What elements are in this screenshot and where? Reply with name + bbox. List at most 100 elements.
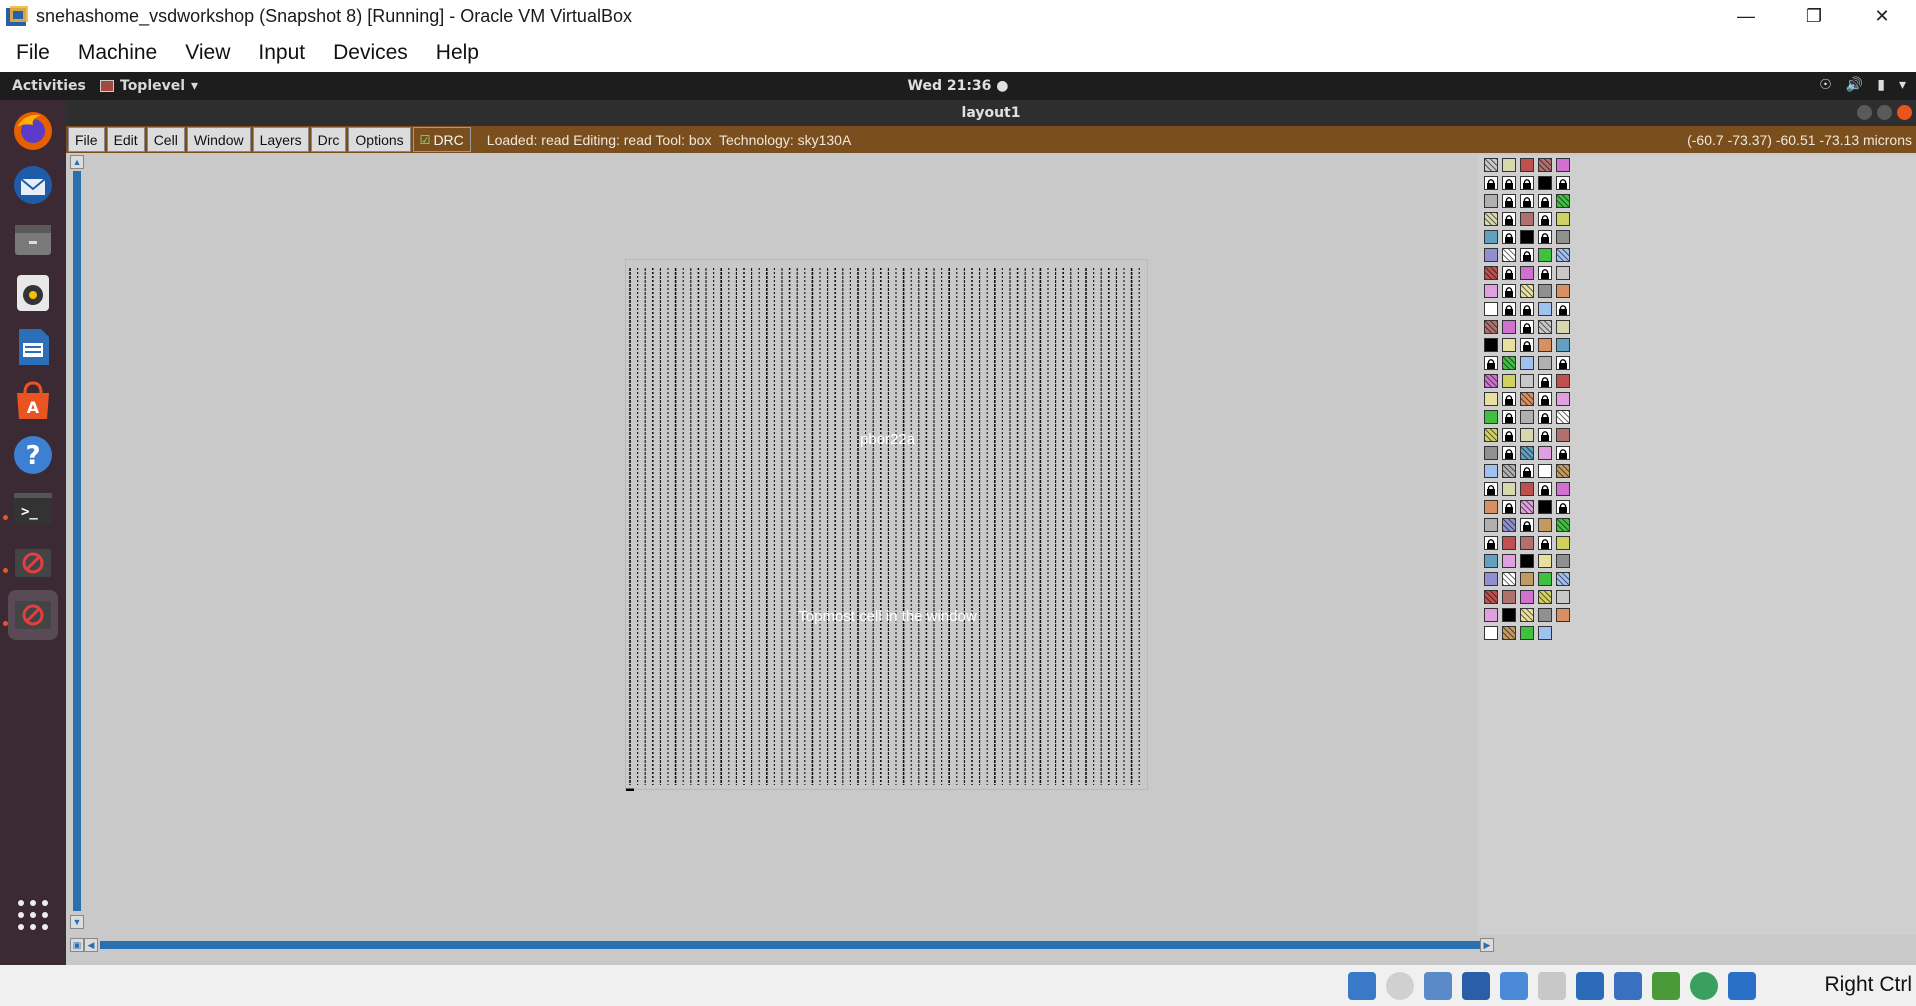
horizontal-scroll-track[interactable] [100, 941, 1480, 949]
software-center-icon[interactable]: A [8, 376, 58, 426]
rhythmbox-icon[interactable] [8, 268, 58, 318]
layer-swatch[interactable] [1502, 176, 1516, 190]
layer-swatch[interactable] [1556, 590, 1570, 604]
layer-swatch[interactable] [1556, 158, 1570, 172]
menu-machine[interactable]: Machine [64, 41, 171, 65]
layer-swatch[interactable] [1502, 248, 1516, 262]
scroll-up-icon[interactable]: ▲ [70, 155, 84, 169]
layer-swatch[interactable] [1520, 410, 1534, 424]
layer-swatch[interactable] [1556, 338, 1570, 352]
magic-icon[interactable] [8, 538, 58, 588]
layer-swatch[interactable] [1484, 194, 1498, 208]
maximize-button[interactable] [1877, 105, 1892, 120]
layer-swatch[interactable] [1484, 212, 1498, 226]
layer-swatch[interactable] [1502, 428, 1516, 442]
layer-swatch[interactable] [1484, 554, 1498, 568]
layer-swatch[interactable] [1520, 284, 1534, 298]
magic-menu-options[interactable]: Options [348, 127, 411, 152]
layer-swatch[interactable] [1484, 158, 1498, 172]
layer-swatch[interactable] [1502, 410, 1516, 424]
layer-swatch[interactable] [1520, 590, 1534, 604]
zoom-box-icon[interactable]: ▣ [70, 938, 84, 952]
layer-swatch[interactable] [1556, 356, 1570, 370]
layer-swatch[interactable] [1520, 320, 1534, 334]
magic-menu-layers[interactable]: Layers [252, 127, 309, 152]
layer-swatch[interactable] [1538, 446, 1552, 460]
layer-swatch[interactable] [1502, 158, 1516, 172]
layer-swatch[interactable] [1520, 356, 1534, 370]
layer-swatch[interactable] [1520, 392, 1534, 406]
drc-toggle[interactable]: ☑ DRC [412, 127, 471, 152]
help-icon[interactable]: ? [8, 430, 58, 480]
layer-swatch[interactable] [1538, 212, 1552, 226]
mouse-integration-icon[interactable] [1348, 972, 1376, 1000]
layer-swatch[interactable] [1520, 158, 1534, 172]
layer-swatch[interactable] [1502, 590, 1516, 604]
layer-swatch[interactable] [1520, 572, 1534, 586]
layer-swatch[interactable] [1502, 608, 1516, 622]
layer-swatch[interactable] [1556, 302, 1570, 316]
layer-swatch[interactable] [1520, 374, 1534, 388]
layer-swatch[interactable] [1484, 428, 1498, 442]
layer-swatch[interactable] [1538, 572, 1552, 586]
layer-swatch[interactable] [1556, 410, 1570, 424]
layer-swatch[interactable] [1484, 302, 1498, 316]
magic-menu-cell[interactable]: Cell [146, 127, 185, 152]
layer-swatch[interactable] [1556, 500, 1570, 514]
layer-swatch[interactable] [1484, 608, 1498, 622]
layer-swatch[interactable] [1538, 338, 1552, 352]
vertical-scrollbar[interactable]: ▲ ▼ [70, 155, 84, 935]
layer-swatch[interactable] [1502, 572, 1516, 586]
layer-swatch[interactable] [1556, 230, 1570, 244]
magic-active-icon[interactable] [8, 590, 58, 640]
layer-swatch[interactable] [1538, 194, 1552, 208]
layer-swatch[interactable] [1556, 212, 1570, 226]
terminal-icon[interactable]: >_ [8, 484, 58, 534]
layer-swatch[interactable] [1538, 536, 1552, 550]
layer-swatch[interactable] [1502, 392, 1516, 406]
layer-swatch[interactable] [1502, 500, 1516, 514]
layer-swatch[interactable] [1484, 500, 1498, 514]
layer-swatch[interactable] [1502, 356, 1516, 370]
layer-swatch[interactable] [1538, 356, 1552, 370]
layer-swatch[interactable] [1484, 356, 1498, 370]
layer-swatch[interactable] [1484, 518, 1498, 532]
cpu-icon[interactable] [1652, 972, 1680, 1000]
menu-devices[interactable]: Devices [319, 41, 422, 65]
layer-swatch[interactable] [1520, 500, 1534, 514]
menu-help[interactable]: Help [422, 41, 493, 65]
layer-swatch[interactable] [1538, 302, 1552, 316]
usb-icon[interactable] [1500, 972, 1528, 1000]
layer-swatch[interactable] [1502, 626, 1516, 640]
layer-swatch[interactable] [1484, 626, 1498, 640]
layer-swatch[interactable] [1538, 608, 1552, 622]
layer-swatch[interactable] [1556, 518, 1570, 532]
files-icon[interactable] [8, 214, 58, 264]
layer-swatch[interactable] [1520, 626, 1534, 640]
layer-swatch[interactable] [1520, 446, 1534, 460]
layer-swatch[interactable] [1556, 464, 1570, 478]
download-icon[interactable] [1728, 972, 1756, 1000]
layer-swatch[interactable] [1520, 176, 1534, 190]
layer-swatch[interactable] [1556, 392, 1570, 406]
layer-swatch[interactable] [1520, 608, 1534, 622]
layer-swatch[interactable] [1538, 518, 1552, 532]
close-button[interactable] [1897, 105, 1912, 120]
minimize-button[interactable] [1857, 105, 1872, 120]
libreoffice-writer-icon[interactable] [8, 322, 58, 372]
menu-file[interactable]: File [0, 41, 64, 65]
layer-swatch[interactable] [1556, 428, 1570, 442]
layer-swatch[interactable] [1520, 554, 1534, 568]
layer-swatch[interactable] [1502, 446, 1516, 460]
layer-swatch[interactable] [1502, 284, 1516, 298]
layer-swatch[interactable] [1556, 572, 1570, 586]
layer-swatch[interactable] [1502, 554, 1516, 568]
menu-input[interactable]: Input [244, 41, 319, 65]
layer-swatch[interactable] [1556, 446, 1570, 460]
layer-swatch[interactable] [1538, 464, 1552, 478]
layer-swatch[interactable] [1502, 338, 1516, 352]
layer-swatch[interactable] [1502, 302, 1516, 316]
layer-swatch[interactable] [1556, 194, 1570, 208]
layer-swatch[interactable] [1502, 320, 1516, 334]
layer-swatch[interactable] [1556, 608, 1570, 622]
